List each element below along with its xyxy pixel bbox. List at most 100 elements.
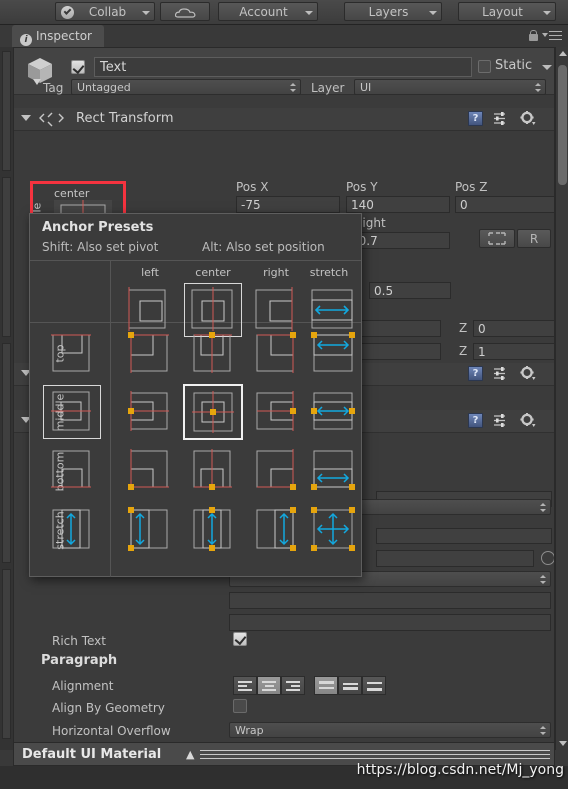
pos-x-input[interactable]: -75 xyxy=(236,196,340,213)
anchor-cell-top-stretch[interactable] xyxy=(305,327,361,379)
layers-button[interactable]: Layers xyxy=(344,2,442,21)
anchor-cell-bottom-stretch[interactable] xyxy=(305,445,361,497)
anchor-cell-bottom-center[interactable] xyxy=(185,445,241,497)
anchor-cell-top-center[interactable] xyxy=(185,327,241,379)
layer-dropdown[interactable]: UI xyxy=(354,79,546,95)
raw-edit-button[interactable]: R xyxy=(517,229,551,248)
info-icon: i xyxy=(20,34,32,46)
scale-z-label: Z xyxy=(459,344,468,358)
hidden-field-c[interactable] xyxy=(229,592,551,609)
anchor-presets-title: Anchor Presets xyxy=(42,220,154,235)
account-button[interactable]: Account xyxy=(218,2,318,21)
unity-editor-window: Collab Account Layers Layout i Inspector xyxy=(0,0,568,789)
hamburger-icon[interactable] xyxy=(542,31,562,40)
collab-label: Collab xyxy=(88,5,127,19)
rotation-z-label: Z xyxy=(459,321,468,335)
scale-y-input[interactable] xyxy=(359,343,441,360)
rect-transform-title: Rect Transform xyxy=(76,111,174,126)
anchor-presets-hint-alt: Alt: Also set position xyxy=(202,240,325,254)
anchor-presets-hint-shift: Shift: Also set pivot xyxy=(42,240,159,254)
anchor-col-header-stretch: stretch xyxy=(309,266,349,279)
align-center-button[interactable] xyxy=(257,676,281,695)
layout-button[interactable]: Layout xyxy=(458,2,556,21)
hidden-field-b[interactable] xyxy=(376,528,552,544)
paragraph-section-title: Paragraph xyxy=(41,653,118,668)
watermark: https://blog.csdn.net/Mj_yong xyxy=(356,762,564,778)
scale-z-input[interactable]: 1 xyxy=(473,343,554,360)
foldout-triangle-icon[interactable] xyxy=(21,115,31,121)
align-bottom-button[interactable] xyxy=(362,676,386,695)
scroll-up-icon[interactable] xyxy=(559,51,567,56)
pos-z-input[interactable]: 0 xyxy=(455,196,554,213)
inspector-scrollbar[interactable] xyxy=(555,47,568,750)
anchor-cell-top-right[interactable] xyxy=(248,327,304,379)
anchor-cell-bottom-left[interactable] xyxy=(122,445,178,497)
account-label: Account xyxy=(239,5,288,19)
align-top-button[interactable] xyxy=(314,676,338,695)
align-by-geometry-checkbox[interactable] xyxy=(233,699,247,713)
cloud-icon xyxy=(175,8,197,18)
anchor-preview-cell-bottom xyxy=(44,445,100,497)
help-icon[interactable]: ? xyxy=(468,111,483,126)
static-checkbox[interactable] xyxy=(478,60,491,73)
align-right-button[interactable] xyxy=(281,676,305,695)
inspector-panel: Text Static Tag Untagged Layer UI Rect T… xyxy=(13,47,555,750)
gameobject-name-input[interactable]: Text xyxy=(94,57,472,77)
rich-text-checkbox[interactable] xyxy=(233,632,247,646)
alignment-label: Alignment xyxy=(52,679,114,693)
help-icon[interactable]: ? xyxy=(468,413,483,428)
anchor-presets-popup[interactable]: Anchor Presets Shift: Also set pivot Alt… xyxy=(29,213,362,577)
static-dropdown-icon[interactable] xyxy=(542,65,552,70)
chevron-down-icon xyxy=(429,11,437,15)
anchor-cell-stretch-right[interactable] xyxy=(248,504,304,556)
tag-dropdown[interactable]: Untagged xyxy=(71,79,301,95)
gear-icon[interactable] xyxy=(520,413,536,428)
rotation-y-input[interactable] xyxy=(359,320,441,337)
preset-icon[interactable] xyxy=(494,414,508,427)
tab-inspector[interactable]: i Inspector xyxy=(12,25,104,47)
cloud-button[interactable] xyxy=(160,2,210,21)
align-left-button[interactable] xyxy=(233,676,257,695)
horizontal-overflow-dropdown[interactable]: Wrap xyxy=(229,722,551,738)
chevron-down-icon xyxy=(305,11,313,15)
rect-transform-header[interactable]: Rect Transform ? xyxy=(14,108,554,131)
inspector-tabstrip: i Inspector xyxy=(0,25,568,47)
pivot-y-input[interactable]: 0.5 xyxy=(369,282,451,299)
pos-z-label: Pos Z xyxy=(455,180,488,194)
anchor-cell-middle-stretch[interactable] xyxy=(305,386,361,438)
anchor-cell-stretch-stretch[interactable] xyxy=(305,504,361,556)
blueprint-mode-button[interactable] xyxy=(479,229,515,248)
lock-icon[interactable] xyxy=(529,30,538,41)
gameobject-enabled-checkbox[interactable] xyxy=(71,60,85,74)
anchor-cell-stretch-left[interactable] xyxy=(122,504,178,556)
tab-inspector-label: Inspector xyxy=(36,29,92,43)
object-picker-icon[interactable] xyxy=(541,551,554,565)
preset-icon[interactable] xyxy=(494,367,508,380)
scroll-down-icon[interactable] xyxy=(559,741,567,746)
help-icon[interactable]: ? xyxy=(468,366,483,381)
collab-button[interactable]: Collab xyxy=(55,2,155,21)
anchor-cell-middle-left[interactable] xyxy=(122,386,178,438)
gear-icon[interactable] xyxy=(520,111,536,126)
material-preview-lines xyxy=(200,750,550,759)
scrollbar-thumb[interactable] xyxy=(558,65,567,185)
material-dropdown-icon[interactable]: ▲ xyxy=(186,748,194,761)
gear-icon[interactable] xyxy=(520,366,536,381)
anchor-cell-stretch-center[interactable] xyxy=(185,504,241,556)
component-header-icons: ? xyxy=(468,413,548,429)
layer-label: Layer xyxy=(311,81,345,95)
anchor-cell-bottom-right[interactable] xyxy=(248,445,304,497)
anchor-cell-middle-right[interactable] xyxy=(248,386,304,438)
align-middle-button[interactable] xyxy=(338,676,362,695)
layers-label: Layers xyxy=(368,5,409,19)
chevron-down-icon xyxy=(542,33,548,37)
rotation-z-input[interactable]: 0 xyxy=(473,320,554,337)
pos-y-input[interactable]: 140 xyxy=(346,196,450,213)
anchor-cell-middle-center[interactable] xyxy=(183,384,243,440)
hidden-field-d[interactable] xyxy=(229,614,551,631)
preset-icon[interactable] xyxy=(494,112,508,125)
component-header-icons: ? xyxy=(468,111,548,127)
hidden-color-field[interactable] xyxy=(376,550,534,567)
anchor-cell-top-left[interactable] xyxy=(122,327,178,379)
anchor-col-header-center: center xyxy=(195,266,231,279)
